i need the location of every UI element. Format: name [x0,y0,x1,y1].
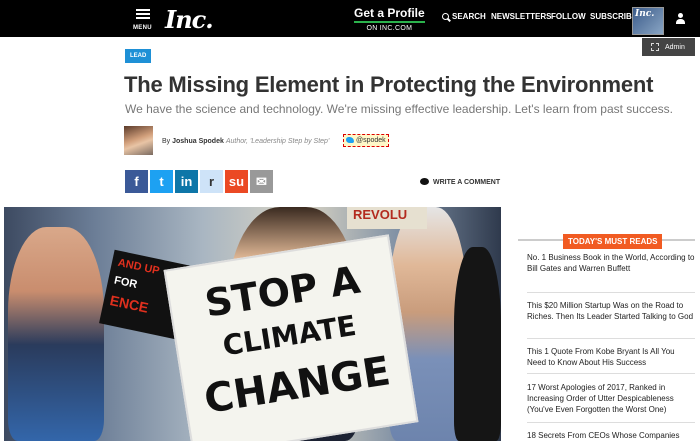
category-tag[interactable]: LEAD [125,49,152,63]
linkedin-share-button[interactable]: in [175,170,198,193]
twitter-share-button[interactable]: t [150,170,173,193]
reddit-share-button[interactable]: r [200,170,223,193]
article-dek: We have the science and technology. We'r… [125,102,673,116]
newsletters-link[interactable]: NEWSLETTERS [491,12,551,21]
article-headline: The Missing Element in Protecting the En… [124,72,654,97]
author-avatar[interactable] [124,126,153,155]
comment-label: WRITE A COMMENT [433,179,501,186]
search-button[interactable]: SEARCH [442,12,486,21]
hero-image: REVOLU AND UP FOR ENCE STOP A CLIMATE CH… [4,207,501,441]
expand-icon [651,43,659,51]
subscribe-link[interactable]: SUBSCRIBE [590,12,637,21]
twitter-icon: t [159,174,164,189]
stumbleupon-icon: su [228,174,245,189]
email-share-button[interactable]: ✉ [250,170,273,193]
foreground-figure [454,247,501,441]
must-read-item[interactable]: This 1 Quote From Kobe Bryant Is All You… [527,346,695,368]
author-twitter-link[interactable]: @spodek [343,134,389,147]
user-account-icon[interactable] [675,13,685,24]
byline-prefix: By [162,138,171,145]
must-read-item[interactable]: No. 1 Business Book in the World, Accord… [527,252,695,274]
background-banner: REVOLU [347,207,427,229]
admin-button[interactable]: Admin [642,38,695,56]
reddit-icon: r [208,174,215,189]
promo-title: Get a Profile [354,6,425,20]
twitter-handle: @spodek [356,137,386,144]
twitter-bird-icon [346,137,354,143]
magazine-logo: Inc. [635,9,655,19]
admin-label: Admin [665,43,685,51]
must-reads-heading: TODAY'S MUST READS [563,234,663,249]
byline: By Joshua Spodek Author, 'Leadership Ste… [162,138,329,145]
must-read-item[interactable]: This $20 Million Startup Was on the Road… [527,300,695,322]
menu-label[interactable]: MENU [133,25,152,31]
protester-left [8,227,104,441]
must-read-item[interactable]: 17 Worst Apologies of 2017, Ranked in In… [527,382,695,415]
must-read-item[interactable]: 18 Secrets From CEOs Whose Companies [527,430,695,441]
follow-link[interactable]: FOLLOW [551,12,586,21]
comment-bubble-icon [420,178,429,185]
stumbleupon-share-button[interactable]: su [225,170,248,193]
site-header: MENU Inc. Get a Profile ON INC.COM SEARC… [0,0,700,37]
magazine-cover-thumbnail[interactable]: Inc. [632,7,664,35]
promo-subtitle: ON INC.COM [366,25,413,32]
author-title: Author, 'Leadership Step by Step' [225,138,330,145]
get-profile-promo[interactable]: Get a Profile ON INC.COM [354,6,425,32]
author-name[interactable]: Joshua Spodek [172,138,224,145]
facebook-icon: f [134,174,139,189]
menu-icon[interactable] [136,9,150,21]
linkedin-icon: in [180,174,193,189]
search-label: SEARCH [452,12,486,21]
write-comment-link[interactable]: WRITE A COMMENT [420,178,500,186]
inc-logo[interactable]: Inc. [165,5,214,34]
protest-sign: STOP A CLIMATE CHANGE [163,234,419,441]
facebook-share-button[interactable]: f [125,170,148,193]
email-icon: ✉ [256,173,267,189]
search-icon [442,13,449,20]
